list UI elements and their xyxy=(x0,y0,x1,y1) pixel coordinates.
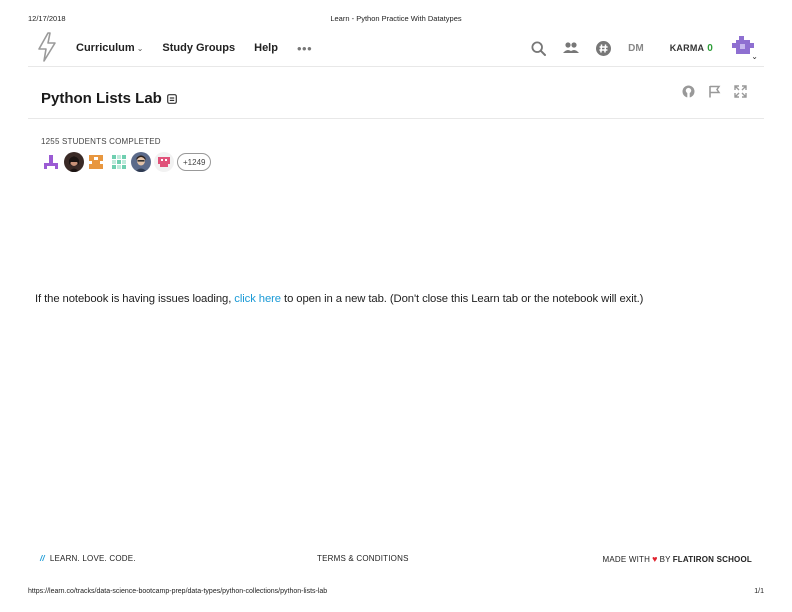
github-icon[interactable] xyxy=(682,85,695,98)
footer-tagline-text: LEARN. LOVE. CODE. xyxy=(49,554,136,563)
student-avatars: +1249 xyxy=(41,152,212,172)
more-students-badge[interactable]: +1249 xyxy=(177,153,212,171)
nav-right: DM KARMA 0 ⌄ xyxy=(514,30,758,66)
student-avatar[interactable] xyxy=(86,152,106,172)
karma-counter: KARMA 0 xyxy=(670,43,713,54)
student-avatar[interactable] xyxy=(153,152,174,172)
nav-help-label: Help xyxy=(254,42,278,54)
nav-help[interactable]: Help xyxy=(254,42,278,54)
hashtag-icon[interactable] xyxy=(596,40,612,56)
footer-made-with: MADE WITH ♥ BY FLATIRON SCHOOL xyxy=(603,554,753,564)
karma-value: 0 xyxy=(707,42,713,54)
terms-link[interactable]: TERMS & CONDITIONS xyxy=(317,554,409,563)
user-avatar-icon[interactable]: ⌄ xyxy=(732,36,758,61)
nav-study-groups[interactable]: Study Groups xyxy=(162,42,235,54)
nav-study-groups-label: Study Groups xyxy=(162,42,236,54)
by-text: BY xyxy=(659,554,671,564)
student-avatar[interactable] xyxy=(108,152,129,172)
top-navbar: Curriculum ⌄ Study Groups Help ••• DM KA… xyxy=(28,30,764,67)
students-completed: 1255 STUDENTS COMPLETED +1249 xyxy=(41,137,212,172)
lesson-header: Python Lists Lab xyxy=(28,83,764,119)
student-avatar[interactable] xyxy=(63,152,84,172)
footer-tagline: // LEARN. LOVE. CODE. xyxy=(40,554,136,563)
lesson-title: Python Lists Lab xyxy=(41,89,177,108)
fullscreen-icon[interactable] xyxy=(734,85,747,98)
print-header: 12/17/2018 Learn - Python Practice With … xyxy=(28,14,764,26)
slashes-logo: // xyxy=(40,554,45,563)
chevron-down-icon: ⌄ xyxy=(136,43,144,53)
karma-label: KARMA xyxy=(669,42,705,53)
print-page-number: 1/1 xyxy=(754,588,764,595)
notebook-notice: If the notebook is having issues loading… xyxy=(35,293,643,305)
notice-text-after: to open in a new tab. (Don't close this … xyxy=(281,293,644,305)
lab-badge-icon xyxy=(166,91,177,108)
notice-text-before: If the notebook is having issues loading… xyxy=(35,293,235,305)
people-icon[interactable] xyxy=(563,42,580,54)
open-notebook-link[interactable]: click here xyxy=(234,293,281,305)
lesson-title-text: Python Lists Lab xyxy=(41,90,162,107)
lightning-bolt-icon[interactable] xyxy=(36,32,58,62)
page-footer: // LEARN. LOVE. CODE. TERMS & CONDITIONS… xyxy=(40,554,752,566)
students-completed-label: 1255 STUDENTS COMPLETED xyxy=(41,137,161,146)
flatiron-school-brand: FLATIRON SCHOOL xyxy=(672,554,752,564)
nav-curriculum[interactable]: Curriculum ⌄ xyxy=(76,42,143,54)
ellipsis-icon[interactable]: ••• xyxy=(297,41,312,56)
nav-curriculum-label: Curriculum xyxy=(76,42,135,54)
print-document-title: Learn - Python Practice With Datatypes xyxy=(330,14,462,23)
dm-button[interactable]: DM xyxy=(628,43,644,54)
student-avatar[interactable] xyxy=(131,152,151,172)
made-with-text: MADE WITH xyxy=(602,554,651,564)
nav-links: Curriculum ⌄ Study Groups Help ••• xyxy=(76,30,312,66)
flag-icon[interactable] xyxy=(708,85,721,98)
heart-icon: ♥ xyxy=(652,554,658,564)
student-avatar[interactable] xyxy=(41,152,61,172)
lesson-actions xyxy=(669,85,747,98)
search-icon[interactable] xyxy=(531,40,547,56)
print-url: https://learn.co/tracks/data-science-boo… xyxy=(28,588,328,595)
chevron-down-icon: ⌄ xyxy=(751,52,758,61)
